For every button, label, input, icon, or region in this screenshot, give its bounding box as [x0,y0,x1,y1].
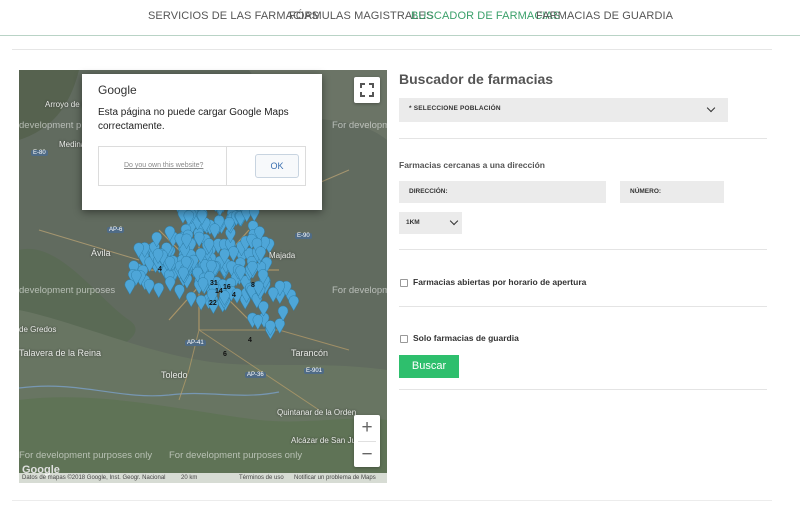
dialog-message: Esta página no puede cargar Google Maps … [98,107,289,132]
pin-count: 4 [248,337,252,344]
fullscreen-icon [360,83,374,97]
pin-count: 4 [232,292,236,299]
zoom-out-button[interactable]: − [354,442,380,468]
map-report-link[interactable]: Notificar un problema de Maps [294,473,376,483]
footer-divider [12,500,772,501]
watermark-text: For development purposes only [19,450,153,461]
road-shield: AP-41 [185,340,206,346]
pin-count: 31 [210,280,218,287]
pin-count: 4 [158,266,162,273]
section-divider [399,389,767,390]
pin-count: 6 [223,351,227,358]
on-duty-label: Solo farmacias de guardia [413,333,519,343]
maps-error-dialog: Google Esta página no puede cargar Googl… [82,74,322,210]
dialog-brand: Google [98,83,137,97]
road-shield: E-80 [31,150,48,156]
section-divider [399,138,767,139]
ok-button[interactable]: OK [255,154,299,178]
zoom-control: + − [354,415,380,467]
section-divider [399,249,767,250]
map-scale: 20 km [181,475,198,481]
watermark-text: For developm [332,120,387,131]
place-label: Quintanar de la Orden [277,408,357,417]
place-label: Majada [269,251,296,260]
map-attribution: Datos de mapas ©2018 Google, Inst. Geogr… [22,475,166,481]
header-divider [12,49,772,50]
chevron-down-icon [449,216,459,226]
own-website-link[interactable]: Do you own this website? [124,162,203,169]
open-hours-label: Farmacias abiertas por horario de apertu… [413,277,587,287]
zoom-in-button[interactable]: + [354,415,380,441]
pin-count: 16 [223,284,231,291]
pin-count: 22 [209,300,217,307]
nearby-title: Farmacias cercanas a una dirección [399,160,545,170]
pin-count: 14 [215,288,223,295]
fullscreen-button[interactable] [354,77,380,103]
population-select-value: * SELECCIONE POBLACIÓN [409,105,501,112]
road-shield: AP-36 [245,372,266,378]
page-title: Buscador de farmacias [399,71,554,87]
top-navigation: SERVICIOS DE LAS FARMACIAS FÓRMULAS MAGI… [0,0,800,36]
map-terms-link[interactable]: Términos de uso [239,473,284,483]
nav-guardia[interactable]: FARMACIAS DE GUARDIA [536,10,673,22]
place-label: de Gredos [19,325,57,334]
on-duty-checkbox[interactable] [400,335,408,343]
radius-select[interactable]: 1KM [399,212,462,234]
watermark-text: development purposes [19,285,116,296]
watermark-text: For developm [332,285,387,296]
chevron-down-icon [706,103,716,113]
road-shield: AP-6 [107,227,125,233]
road-shield: E-90 [295,233,312,239]
address-input[interactable]: DIRECCIÓN: [399,181,606,203]
radius-select-value: 1KM [406,219,420,226]
section-divider [399,306,767,307]
road-shield: E-901 [304,368,325,374]
number-input[interactable]: NÚMERO: [620,181,724,203]
place-label: Talavera de la Reina [19,348,102,358]
watermark-text: For development purposes only [169,450,303,461]
search-button[interactable]: Buscar [399,355,459,378]
place-label: Toledo [161,370,188,380]
pin-count: 8 [251,282,255,289]
map-footer: Datos de mapas ©2018 Google, Inst. Geogr… [19,473,387,483]
place-label: Ávila [91,248,111,258]
open-hours-checkbox[interactable] [400,279,408,287]
population-select[interactable]: * SELECCIONE POBLACIÓN [399,98,728,122]
dialog-link-box: Do you own this website? [98,146,226,186]
place-label: Tarancón [291,348,329,358]
